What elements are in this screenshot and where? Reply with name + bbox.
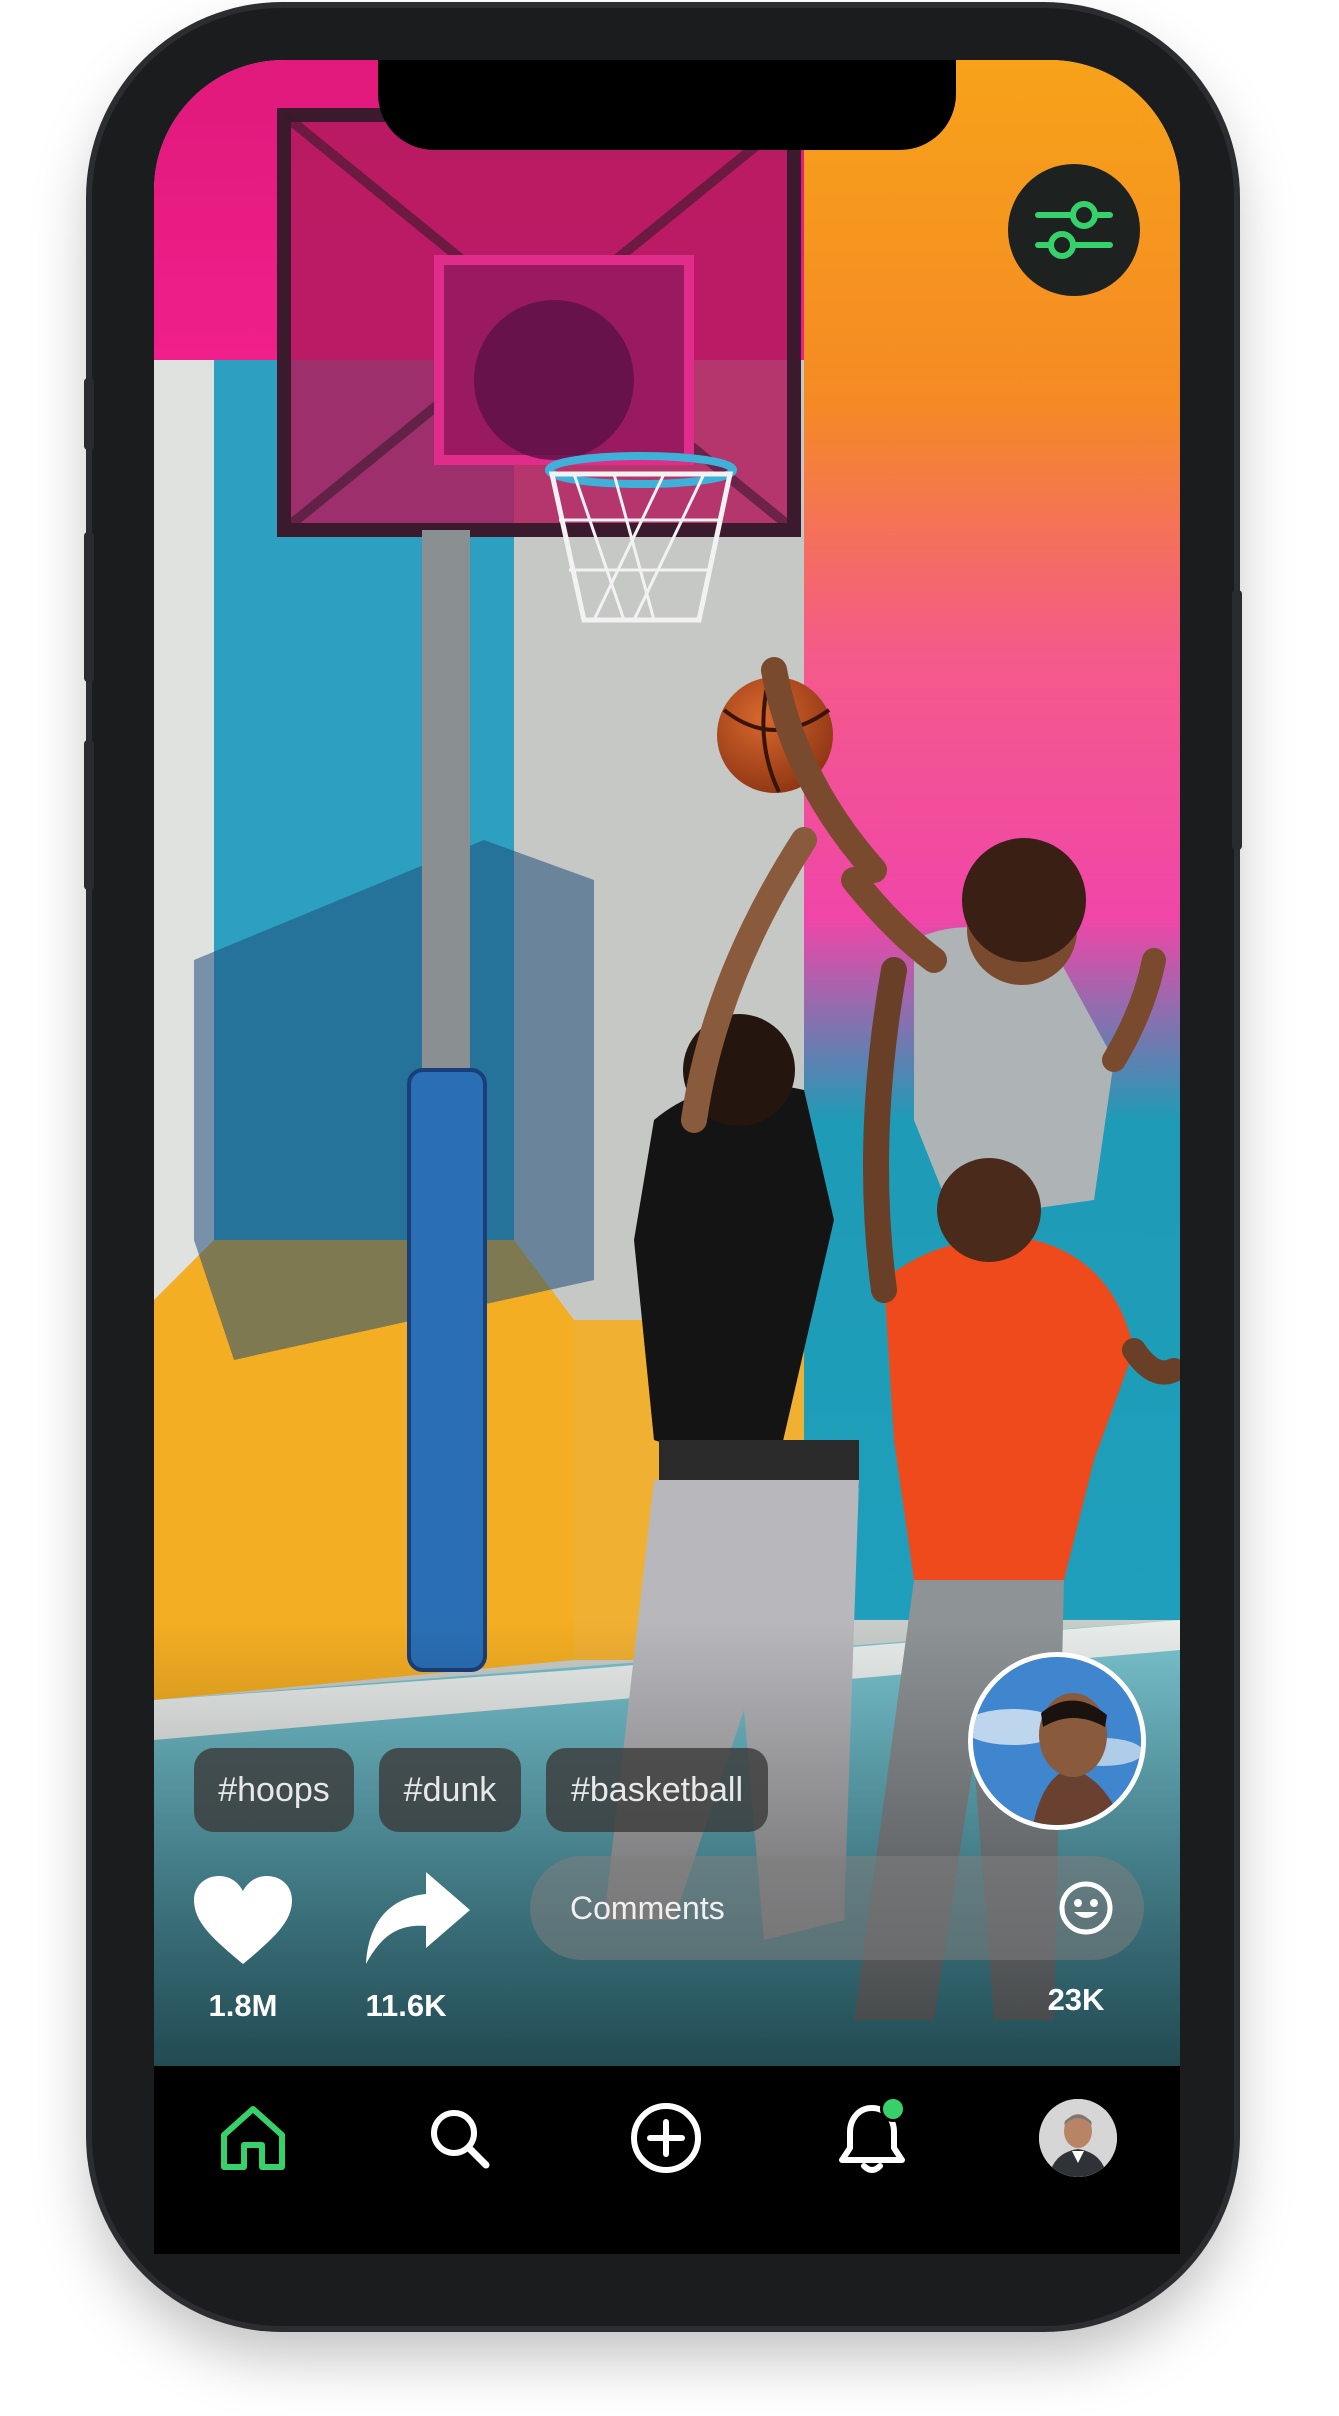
hashtag-chip[interactable]: #dunk xyxy=(379,1748,521,1832)
like-button[interactable] xyxy=(192,1874,294,1966)
add-circle-icon xyxy=(631,2103,701,2173)
share-button[interactable] xyxy=(360,1868,472,1968)
notch xyxy=(378,60,956,150)
search-icon xyxy=(431,2110,490,2169)
heart-icon xyxy=(194,1876,292,1964)
hashtag-chip[interactable]: #hoops xyxy=(194,1748,354,1832)
volume-up-button xyxy=(84,532,94,682)
notification-badge xyxy=(880,2096,906,2122)
share-arrow-icon xyxy=(366,1872,470,1964)
tab-create[interactable] xyxy=(626,2098,706,2178)
tab-home[interactable] xyxy=(213,2098,293,2178)
tab-search[interactable] xyxy=(419,2098,499,2178)
emoji-icon[interactable] xyxy=(1058,1880,1114,1936)
avatar xyxy=(1039,2099,1117,2177)
comments-placeholder: Comments xyxy=(570,1890,725,1926)
silent-switch xyxy=(84,378,94,450)
bottom-tab-bar xyxy=(154,2066,1180,2254)
comments-count: 23K xyxy=(1047,1982,1105,2017)
volume-down-button xyxy=(84,740,94,890)
screen: #hoops #dunk #basketball 1.8M 11.6K Comm… xyxy=(154,60,1180,2254)
sliders-icon xyxy=(1035,201,1113,259)
filter-button[interactable] xyxy=(1008,164,1140,296)
shares-count: 11.6K xyxy=(365,1988,447,2023)
creator-avatar-image xyxy=(973,1657,1141,1825)
likes-count: 1.8M xyxy=(208,1988,278,2023)
power-button xyxy=(1232,590,1242,850)
hashtag-label: #dunk xyxy=(403,1770,497,1809)
home-icon xyxy=(221,2106,285,2170)
tab-notifications[interactable] xyxy=(832,2096,912,2178)
tab-profile[interactable] xyxy=(1038,2098,1118,2178)
creator-avatar[interactable] xyxy=(968,1652,1146,1830)
hashtag-label: #hoops xyxy=(218,1770,330,1809)
hashtag-label: #basketball xyxy=(570,1770,743,1809)
hashtag-chip[interactable]: #basketball xyxy=(546,1748,768,1832)
comments-input[interactable]: Comments xyxy=(530,1856,1144,1960)
